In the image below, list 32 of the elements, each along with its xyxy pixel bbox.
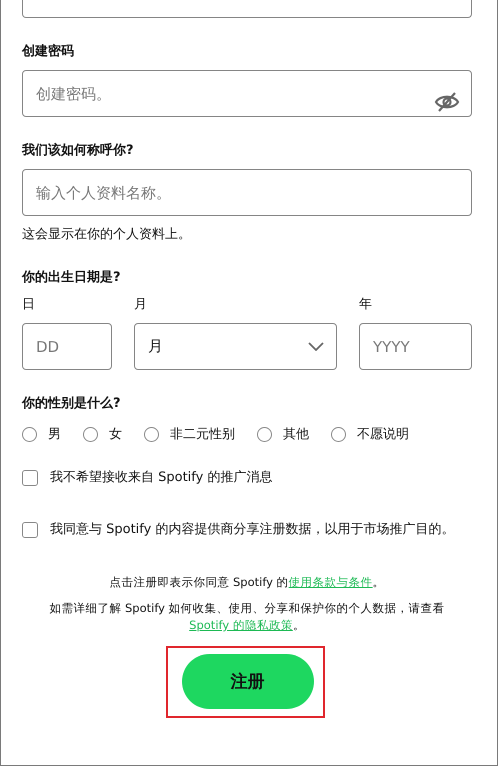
checkbox[interactable] <box>22 522 38 538</box>
radio-label: 不愿说明 <box>357 426 409 443</box>
eye-slash-icon[interactable] <box>434 91 460 113</box>
day-field[interactable]: DD <box>22 323 112 370</box>
month-dropdown[interactable]: 月 <box>134 323 337 370</box>
radio-button[interactable] <box>257 426 272 442</box>
signup-button[interactable]: 注册 <box>182 654 314 709</box>
radio-button[interactable] <box>83 426 98 442</box>
privacy-text: 如需详细了解 Spotify 如何收集、使用、分享和保护你的个人数据，请查看 Spotify 的隐私政策。 <box>48 600 446 634</box>
checkbox-label: 我不希望接收来自 Spotify 的推广消息 <box>50 469 272 487</box>
terms-text: 点击注册即表示你同意 Spotify 的使用条款与条件。 <box>108 574 386 591</box>
radio-button[interactable] <box>144 426 159 442</box>
radio-button[interactable] <box>22 426 37 442</box>
field-label: 月 <box>134 296 148 314</box>
radio-button[interactable] <box>331 426 346 442</box>
name-field[interactable]: 输入个人资料名称。 <box>22 169 472 216</box>
chevron-down-icon <box>308 342 324 351</box>
field-label: 你的出生日期是? <box>22 269 122 287</box>
checkbox-label: 我同意与 Spotify 的内容提供商分享注册数据，以用于市场推广目的。 <box>50 521 454 539</box>
year-field[interactable]: YYYY <box>359 323 472 370</box>
checkbox[interactable] <box>22 470 38 486</box>
radio-label: 男 <box>48 426 61 443</box>
hint-text: 这会显示在你的个人资料上。 <box>22 226 192 244</box>
radio-label: 非二元性别 <box>170 426 235 443</box>
password-field[interactable]: 创建密码。 <box>22 70 472 117</box>
field-label: 我们该如何称呼你? <box>22 142 135 160</box>
radio-label: 其他 <box>283 426 309 443</box>
field-label: 年 <box>359 296 373 314</box>
field-label: 你的性别是什么? <box>22 395 122 413</box>
field-label: 日 <box>22 296 36 314</box>
field-label: 创建密码 <box>22 43 75 61</box>
radio-label: 女 <box>109 426 122 443</box>
